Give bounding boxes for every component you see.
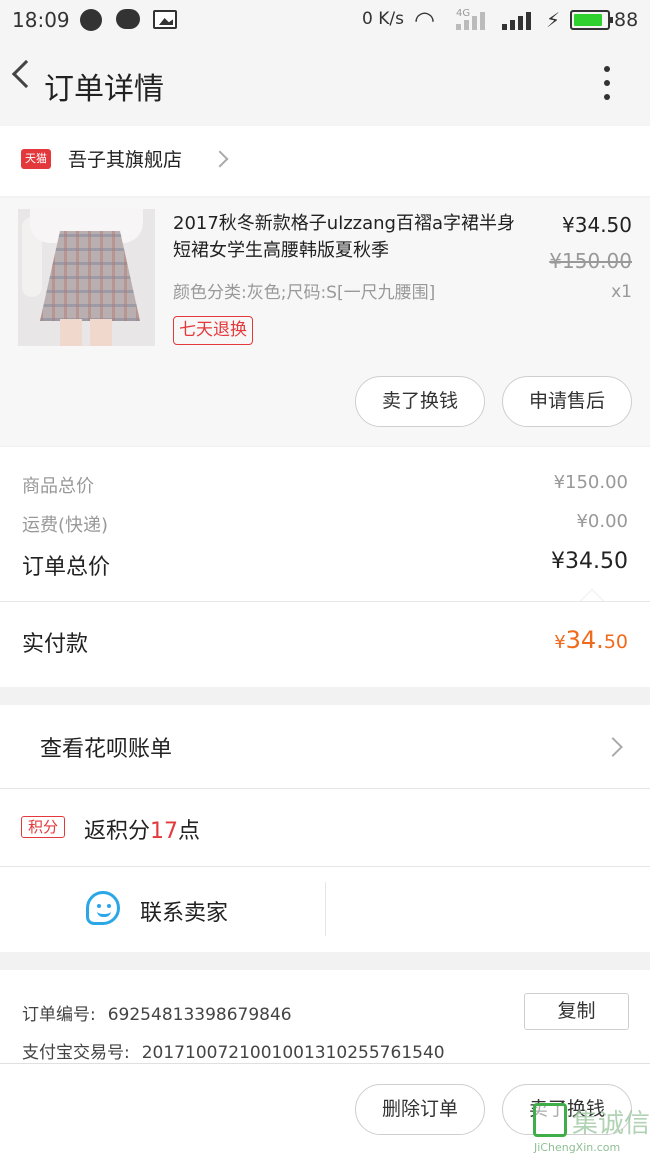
network-speed: 0 K/s xyxy=(362,9,404,29)
wifi-icon: ◠ xyxy=(414,6,435,34)
order-number-label: 订单编号: xyxy=(22,1005,96,1025)
alipay-trade-number: 支付宝交易号: 2017100721001001310255761540 xyxy=(22,1038,445,1063)
shop-name[interactable]: 吾子其旗舰店 xyxy=(68,145,182,172)
paid-amount: ¥34.50 xyxy=(428,626,628,654)
more-icon[interactable] xyxy=(600,66,614,108)
back-icon[interactable] xyxy=(11,59,41,89)
huabei-label[interactable]: 查看花呗账单 xyxy=(40,731,172,763)
points-prefix: 返积分 xyxy=(84,819,151,844)
copy-button[interactable]: 复制 xyxy=(524,993,629,1030)
battery-level xyxy=(574,14,603,26)
points-count: 17 xyxy=(150,819,179,844)
order-number: 订单编号: 69254813398679846 xyxy=(22,1000,292,1025)
watermark-subtext: JiChengXin.com xyxy=(534,1141,621,1154)
goods-total-label: 商品总价 xyxy=(22,476,94,497)
status-time: 18:09 xyxy=(12,8,70,32)
status-bar: 18:09 0 K/s ◠ 4G ⚡ 88 xyxy=(0,0,650,42)
shipping-value: ¥0.00 xyxy=(576,511,628,532)
delete-order-button[interactable]: 删除订单 xyxy=(355,1084,485,1135)
image-icon xyxy=(153,10,177,29)
alipay-label: 支付宝交易号: xyxy=(22,1043,130,1063)
signal-icon-sim2 xyxy=(502,10,540,30)
chat-icon xyxy=(116,9,140,29)
alipay-value: 2017100721001001310255761540 xyxy=(141,1043,445,1063)
watermark-logo xyxy=(533,1103,567,1137)
goods-total-value: ¥150.00 xyxy=(553,472,628,493)
order-total-label: 订单总价 xyxy=(22,555,111,580)
product-title[interactable]: 2017秋冬新款格子ulzzang百褶a字裙半身短裙女学生高腰韩版夏秋季 xyxy=(173,210,518,264)
nav-bar: 订单详情 xyxy=(0,42,650,126)
return-policy-badge: 七天退换 xyxy=(173,316,253,345)
battery-icon xyxy=(570,10,613,30)
chat-bubble-icon[interactable] xyxy=(86,891,120,925)
divider xyxy=(325,882,326,936)
aperture-icon xyxy=(80,9,102,31)
caret-up-icon xyxy=(580,589,604,601)
signal-icon-sim1 xyxy=(456,10,494,30)
paid-cents: 50 xyxy=(603,631,628,653)
product-original-price: ¥150.00 xyxy=(549,249,632,273)
tmall-badge: 天猫 xyxy=(21,149,51,169)
page-title: 订单详情 xyxy=(44,72,164,107)
shipping-label: 运费(快递) xyxy=(22,515,109,536)
paid-currency: ¥ xyxy=(554,632,566,653)
product-sku: 颜色分类:灰色;尺码:S[一尺九腰围] xyxy=(173,283,436,303)
order-number-value: 69254813398679846 xyxy=(107,1005,292,1025)
sell-for-cash-button[interactable]: 卖了换钱 xyxy=(355,376,485,427)
points-text: 返积分17点 xyxy=(84,813,200,845)
points-suffix: 点 xyxy=(178,819,201,844)
paid-label: 实付款 xyxy=(22,632,89,657)
paid-main: 34. xyxy=(565,626,604,654)
product-quantity: x1 xyxy=(611,282,632,302)
battery-percent: 88 xyxy=(614,9,639,31)
charging-icon: ⚡ xyxy=(546,8,561,32)
contact-seller-button[interactable]: 联系卖家 xyxy=(140,895,228,927)
after-sale-button[interactable]: 申请售后 xyxy=(502,376,632,427)
product-image[interactable] xyxy=(18,209,155,346)
product-price: ¥34.50 xyxy=(562,213,632,237)
order-total-value: ¥34.50 xyxy=(551,549,628,574)
watermark-text: 集诚信 xyxy=(572,1109,650,1139)
points-badge: 积分 xyxy=(21,816,65,838)
